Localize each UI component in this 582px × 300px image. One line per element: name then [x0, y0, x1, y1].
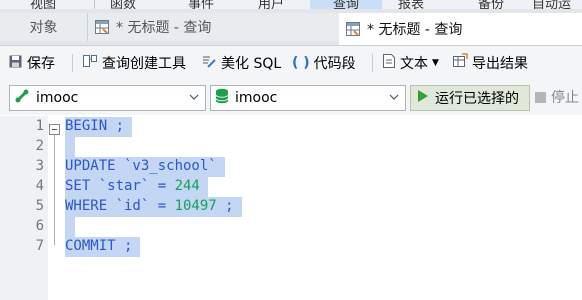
chevron-down-icon[interactable] — [387, 90, 401, 104]
code-keyword-token: BEGIN ; — [65, 118, 125, 134]
stop-square-icon — [535, 91, 546, 103]
query-table-icon — [345, 21, 361, 37]
line-number: 7 — [35, 238, 44, 254]
menu-item-backup[interactable]: 备份 — [478, 0, 504, 9]
connection-bar: imooc imooc 运行已选择的 停止 — [0, 80, 582, 115]
line-number: 2 — [35, 138, 44, 154]
beautify-sql-label: 美化 SQL — [221, 56, 282, 72]
code-line: SET `star` = 244 — [65, 178, 200, 194]
tab-objects-label: 对象 — [29, 20, 58, 36]
save-button[interactable]: 保存 — [8, 53, 55, 73]
run-play-icon — [417, 89, 429, 107]
save-label: 保存 — [27, 56, 55, 72]
code-snippet-label: 代码段 — [313, 56, 356, 72]
line-number: 4 — [35, 178, 44, 194]
menu-separator — [94, 0, 95, 9]
code-line: UPDATE `v3_school` — [65, 158, 217, 174]
menu-bar: 视图 函数 事件 用户 查询 报表 备份 自动运 — [0, 0, 582, 9]
stop-button[interactable]: 停止 — [535, 85, 579, 109]
text-output-button[interactable]: 文本 ▼ — [382, 53, 439, 73]
menu-item-automation[interactable]: 自动运 — [532, 0, 571, 9]
tab-query-untitled-2-label: * 无标题 - 查询 — [367, 22, 463, 38]
query-toolbar: 保存 查询创建工具 美化 SQL ( ) 代码段 文本 ▼ 导出结果 — [0, 46, 582, 80]
menu-item-event[interactable]: 事件 — [188, 0, 214, 9]
toolbar-separator — [72, 54, 73, 72]
text-output-label: 文本 — [400, 56, 428, 72]
save-icon — [8, 54, 23, 73]
line-number: 6 — [35, 218, 44, 234]
query-builder-icon — [82, 53, 98, 73]
tab-bar: 对象 * 无标题 - 查询 * 无标题 - 查询 — [0, 9, 582, 46]
selection-highlight — [65, 137, 75, 157]
line-number: 5 — [35, 198, 44, 214]
query-table-icon — [94, 19, 110, 35]
run-selected-button[interactable]: 运行已选择的 — [410, 85, 530, 111]
beautify-wand-icon — [201, 53, 217, 73]
connection-value: imooc — [36, 90, 79, 106]
line-number-gutter: 1 2 3 4 5 6 7 — [0, 116, 48, 300]
export-grid-icon — [452, 53, 468, 73]
tab-objects[interactable]: 对象 — [0, 13, 88, 41]
document-icon — [382, 53, 396, 73]
menu-item-function[interactable]: 函数 — [110, 0, 136, 9]
fold-toggle-icon[interactable] — [49, 124, 60, 135]
database-value: imooc — [235, 90, 278, 106]
code-keyword-token: ; — [216, 198, 234, 214]
export-results-label: 导出结果 — [472, 56, 528, 72]
tab-query-untitled-1[interactable]: * 无标题 - 查询 — [88, 13, 345, 41]
fold-guide-line — [54, 135, 55, 245]
menu-item-report[interactable]: 报表 — [398, 0, 424, 9]
menu-item-user[interactable]: 用户 — [258, 0, 284, 9]
code-keyword-token: UPDATE `v3_school` — [65, 158, 217, 174]
code-number-token: 244 — [174, 178, 200, 194]
tab-query-untitled-1-label: * 无标题 - 查询 — [116, 20, 212, 36]
selection-highlight — [65, 217, 75, 237]
database-icon — [215, 88, 229, 108]
menu-item-query[interactable]: 查询 — [310, 0, 382, 9]
sql-editor[interactable]: 1 2 3 4 5 6 7 BEGIN ; UPDATE `v3_school` SET `st… — [0, 116, 582, 300]
line-number: 3 — [35, 158, 44, 174]
run-selected-label: 运行已选择的 — [435, 91, 519, 107]
menu-item-view[interactable]: 视图 — [30, 0, 56, 9]
code-snippet-icon: ( ) — [292, 55, 310, 71]
code-keyword-token: WHERE `id` = — [65, 198, 175, 214]
connection-icon — [14, 88, 30, 108]
connection-select[interactable]: imooc — [9, 85, 206, 111]
stop-label: 停止 — [551, 90, 579, 106]
code-line: WHERE `id` = 10497 ; — [65, 198, 234, 214]
database-select[interactable]: imooc — [210, 85, 406, 111]
dropdown-arrow-icon[interactable]: ▼ — [432, 58, 439, 68]
toolbar-separator — [372, 54, 373, 72]
line-number: 1 — [35, 118, 44, 134]
code-line: BEGIN ; — [65, 118, 124, 134]
query-builder-label: 查询创建工具 — [102, 56, 186, 72]
code-keyword-token: SET `star` = — [65, 178, 175, 194]
code-line: COMMIT ; — [65, 238, 132, 254]
tab-query-untitled-2[interactable]: * 无标题 - 查询 — [339, 13, 582, 45]
chevron-down-icon[interactable] — [187, 90, 201, 104]
beautify-sql-button[interactable]: 美化 SQL — [201, 53, 281, 73]
code-keyword-token: COMMIT ; — [65, 238, 133, 254]
code-snippet-button[interactable]: ( ) 代码段 — [292, 53, 356, 73]
query-builder-button[interactable]: 查询创建工具 — [82, 53, 186, 73]
code-number-token: 10497 — [174, 198, 217, 214]
export-results-button[interactable]: 导出结果 — [452, 53, 528, 73]
